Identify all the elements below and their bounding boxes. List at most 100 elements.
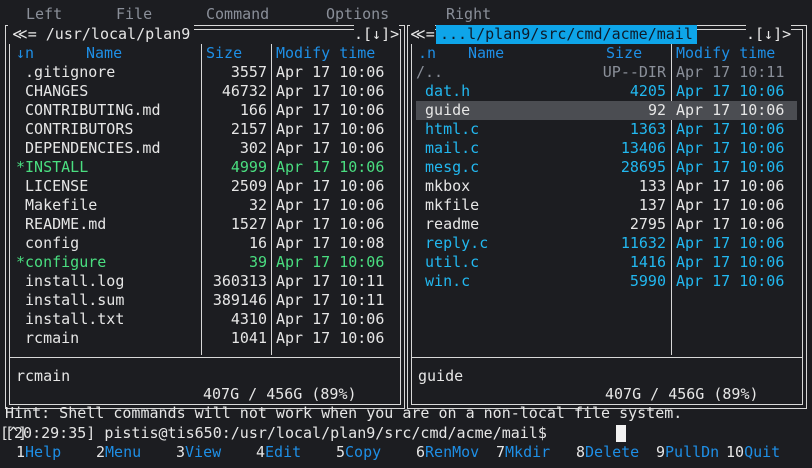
file-row[interactable]: dat.h 4205 Apr 17 10:06: [416, 82, 797, 101]
file-row[interactable]: DEPENDENCIES.md 302 Apr 17 10:06: [10, 139, 400, 158]
right-status-line: guide: [418, 367, 464, 385]
file-name: win.c: [416, 272, 471, 290]
fkey-label: PullDn: [665, 443, 720, 461]
left-disk-info: 407G / 456G (89%): [200, 385, 360, 404]
file-row[interactable]: *INSTALL 4999 Apr 17 10:06: [10, 158, 400, 177]
file-row[interactable]: mkfile 137 Apr 17 10:06: [416, 196, 797, 215]
file-size: UP--DIR: [602, 63, 666, 81]
file-row[interactable]: LICENSE 2509 Apr 17 10:06: [10, 177, 400, 196]
file-row[interactable]: win.c 5990 Apr 17 10:06: [416, 272, 797, 291]
file-name: mkbox: [416, 177, 471, 195]
file-row[interactable]: Makefile 32 Apr 17 10:06: [10, 196, 400, 215]
history-caret-button[interactable]: [^]: [0, 424, 804, 443]
fkey-quit[interactable]: 10Quit: [726, 443, 780, 462]
file-size: 32: [248, 196, 267, 214]
file-modify-time: Apr 17 10:06: [276, 215, 385, 233]
fkey-edit[interactable]: 4Edit: [256, 443, 301, 462]
file-name: mail.c: [416, 139, 480, 157]
fkey-copy[interactable]: 5Copy: [336, 443, 381, 462]
fkey-delete[interactable]: 8Delete: [576, 443, 639, 462]
file-size: 4999: [230, 158, 267, 176]
file-size: 1041: [230, 329, 267, 347]
fkey-label: Mkdir: [505, 443, 551, 461]
file-row[interactable]: install.log 360313 Apr 17 10:11: [10, 272, 400, 291]
file-modify-time: Apr 17 10:06: [676, 177, 785, 195]
left-panel-path[interactable]: ≪= /usr/local/plan9: [8, 25, 195, 44]
file-name: dat.h: [416, 82, 471, 100]
file-row[interactable]: *configure 39 Apr 17 10:06: [10, 253, 400, 272]
file-size: 137: [638, 196, 666, 214]
file-row[interactable]: .gitignore 3557 Apr 17 10:06: [10, 63, 400, 82]
file-row[interactable]: html.c 1363 Apr 17 10:06: [416, 120, 797, 139]
menu-right[interactable]: Right: [446, 5, 491, 24]
right-status-divider: [411, 357, 803, 358]
right-disk-info: 407G / 456G (89%): [602, 385, 762, 404]
file-name: html.c: [416, 120, 480, 138]
menu-options[interactable]: Options: [326, 5, 389, 24]
fkey-number: 9: [656, 443, 666, 461]
right-panel-path[interactable]: ...l/plan9/src/cmd/acme/mail: [436, 25, 697, 44]
file-modify-time: Apr 17 10:06: [676, 234, 785, 252]
fkey-renmov[interactable]: 6RenMov: [416, 443, 479, 462]
menu-left[interactable]: Left: [26, 5, 62, 24]
file-name: util.c: [416, 253, 480, 271]
left-panel-corner[interactable]: .[↓]>: [354, 25, 400, 44]
menu-command[interactable]: Command: [206, 5, 269, 24]
file-modify-time: Apr 17 10:06: [676, 253, 785, 271]
file-name: reply.c: [416, 234, 489, 252]
left-header-name[interactable]: Name: [86, 44, 122, 63]
fkey-label: Menu: [105, 443, 142, 461]
right-header-name[interactable]: Name: [468, 44, 504, 63]
file-row[interactable]: install.txt 4310 Apr 17 10:06: [10, 310, 400, 329]
right-panel-corner[interactable]: .[↓]>: [746, 25, 792, 44]
left-sort-indicator[interactable]: ↓n: [16, 44, 34, 63]
file-row[interactable]: CONTRIBUTORS 2157 Apr 17 10:06: [10, 120, 400, 139]
file-name: LICENSE: [16, 177, 89, 195]
file-size: 166: [239, 101, 267, 119]
fkey-menu[interactable]: 2Menu: [96, 443, 141, 462]
file-size: 92: [647, 101, 666, 119]
file-row[interactable]: config 16 Apr 17 10:08: [10, 234, 400, 253]
fkey-pulldn[interactable]: 9PullDn: [656, 443, 719, 462]
file-modify-time: Apr 17 10:06: [276, 82, 385, 100]
file-size: 1363: [629, 120, 666, 138]
file-modify-time: Apr 17 10:11: [276, 272, 385, 290]
file-row[interactable]: reply.c 11632 Apr 17 10:06: [416, 234, 797, 253]
file-row[interactable]: readme 2795 Apr 17 10:06: [416, 215, 797, 234]
fkey-number: 2: [96, 443, 106, 461]
file-size: 13406: [620, 139, 666, 157]
right-header-modify[interactable]: Modify time: [676, 44, 775, 63]
menu-file[interactable]: File: [116, 5, 152, 24]
fkey-help[interactable]: 1Help: [16, 443, 61, 462]
left-header-size[interactable]: Size: [206, 44, 242, 63]
file-modify-time: Apr 17 10:06: [276, 310, 385, 328]
file-row[interactable]: install.sum 389146 Apr 17 10:11: [10, 291, 400, 310]
file-size: 1527: [230, 215, 267, 233]
file-row[interactable]: CHANGES 46732 Apr 17 10:06: [10, 82, 400, 101]
file-row[interactable]: util.c 1416 Apr 17 10:06: [416, 253, 797, 272]
fkey-label: Delete: [585, 443, 640, 461]
file-row[interactable]: rcmain 1041 Apr 17 10:06: [10, 329, 400, 348]
file-row[interactable]: /.. UP--DIR Apr 17 10:11: [416, 63, 797, 82]
fkey-number: 8: [576, 443, 586, 461]
file-row[interactable]: README.md 1527 Apr 17 10:06: [10, 215, 400, 234]
function-key-bar: 1Help 2Menu 3View 4Edit 5Copy 6RenMov 7Mkdir 8D…: [0, 443, 812, 463]
file-modify-time: Apr 17 10:06: [276, 101, 385, 119]
fkey-mkdir[interactable]: 7Mkdir: [496, 443, 550, 462]
file-row[interactable]: mkbox 133 Apr 17 10:06: [416, 177, 797, 196]
file-row[interactable]: guide 92 Apr 17 10:06: [416, 101, 797, 120]
file-modify-time: Apr 17 10:06: [676, 82, 785, 100]
file-modify-time: Apr 17 10:11: [676, 63, 785, 81]
fkey-number: 1: [16, 443, 26, 461]
file-size: 133: [638, 177, 666, 195]
file-modify-time: Apr 17 10:06: [276, 196, 385, 214]
file-row[interactable]: CONTRIBUTING.md 166 Apr 17 10:06: [10, 101, 400, 120]
right-header-size[interactable]: Size: [606, 44, 642, 63]
file-modify-time: Apr 17 10:08: [276, 234, 385, 252]
left-header-modify[interactable]: Modify time: [276, 44, 375, 63]
file-row[interactable]: mesg.c 28695 Apr 17 10:06: [416, 158, 797, 177]
file-row[interactable]: mail.c 13406 Apr 17 10:06: [416, 139, 797, 158]
right-sort-indicator[interactable]: .n: [418, 44, 436, 63]
fkey-view[interactable]: 3View: [176, 443, 221, 462]
file-name: /..: [416, 63, 444, 81]
